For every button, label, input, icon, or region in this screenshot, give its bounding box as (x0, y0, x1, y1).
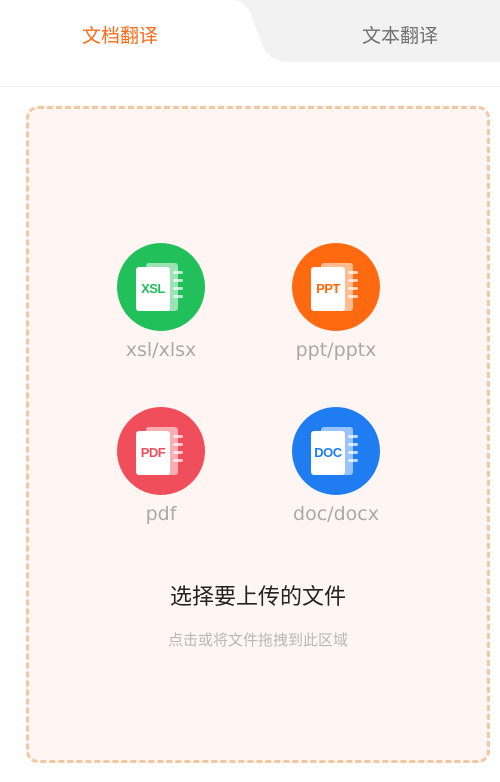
filetype-xls: XSL xsl/xlsx (81, 243, 241, 361)
tab-document-translate[interactable]: 文档翻译 (0, 0, 240, 62)
filetype-ppt-label: ppt/pptx (295, 339, 377, 361)
tab-text-translate[interactable]: 文本翻译 (280, 0, 500, 62)
filetype-xls-label: xsl/xlsx (125, 339, 197, 361)
ppt-file-icon-lines (348, 271, 358, 307)
filetype-doc-label: doc/docx (293, 503, 379, 525)
pdf-file-icon-lines (173, 435, 183, 471)
xls-badge: XSL (136, 267, 170, 311)
filetype-pdf: PDF pdf (81, 407, 241, 525)
upload-title: 选择要上传的文件 (169, 585, 346, 610)
document-translate-page: 文档翻译 文本翻译 XSL xsl/xlsx PPT ppt/pptx PDF … (0, 0, 500, 782)
filetype-doc: DOC doc/docx (256, 407, 416, 525)
doc-file-icon-lines (348, 435, 358, 471)
ppt-badge: PPT (311, 267, 345, 311)
doc-file-icon: DOC (292, 407, 380, 495)
pdf-file-icon: PDF (117, 407, 205, 495)
filetype-ppt: PPT ppt/pptx (256, 243, 416, 361)
upload-dropzone[interactable]: XSL xsl/xlsx PPT ppt/pptx PDF pdf DOC do… (26, 106, 490, 763)
tab-bar: 文档翻译 文本翻译 (0, 0, 500, 87)
filetype-pdf-label: pdf (145, 503, 177, 525)
upload-hint: 点击或将文件拖拽到此区域 (167, 631, 348, 649)
xls-file-icon: XSL (117, 243, 205, 331)
doc-badge: DOC (311, 431, 345, 475)
pdf-badge: PDF (136, 431, 170, 475)
ppt-file-icon: PPT (292, 243, 380, 331)
xls-file-icon-lines (173, 271, 183, 307)
